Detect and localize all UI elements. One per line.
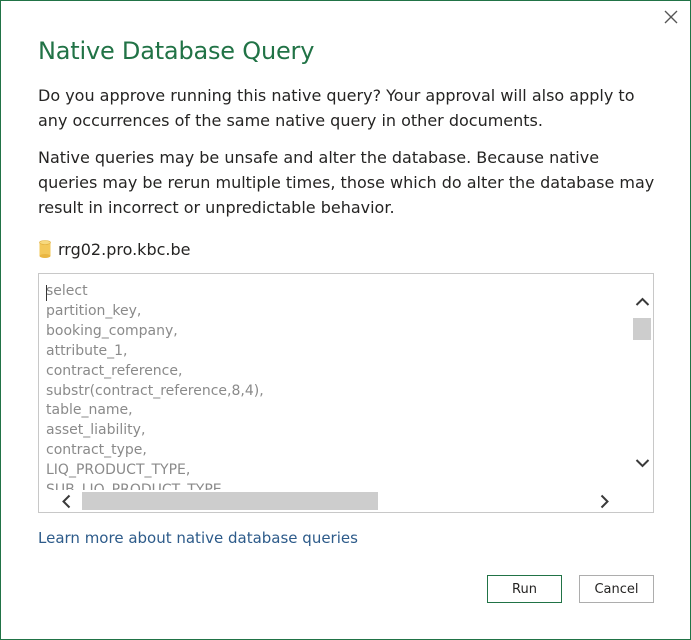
chevron-down-icon [635, 459, 650, 468]
horizontal-scroll-thumb[interactable] [82, 492, 378, 510]
cancel-button[interactable]: Cancel [579, 575, 654, 603]
vertical-scrollbar[interactable] [632, 274, 653, 490]
server-info: rrg02.pro.kbc.be [39, 238, 190, 260]
scrollbar-corner [632, 490, 653, 512]
close-icon [664, 10, 678, 24]
dialog-title: Native Database Query [38, 37, 315, 65]
text-caret [46, 285, 47, 301]
query-text[interactable]: select partition_key, booking_company, a… [46, 282, 626, 490]
server-name: rrg02.pro.kbc.be [58, 239, 191, 259]
vertical-scroll-thumb[interactable] [633, 318, 651, 340]
scroll-right-button[interactable] [595, 492, 614, 511]
query-editor[interactable]: select partition_key, booking_company, a… [38, 273, 654, 513]
run-button[interactable]: Run [487, 575, 562, 603]
close-button[interactable] [660, 6, 682, 28]
learn-more-link[interactable]: Learn more about native database queries [38, 529, 358, 547]
chevron-right-icon [600, 494, 609, 509]
native-database-query-dialog: Native Database Query Do you approve run… [0, 0, 691, 640]
approval-text: Do you approve running this native query… [38, 86, 635, 130]
scroll-down-button[interactable] [633, 454, 652, 473]
database-cylinder-icon [39, 240, 51, 258]
scroll-up-button[interactable] [633, 292, 652, 311]
scroll-left-button[interactable] [57, 492, 76, 511]
chevron-up-icon [635, 297, 650, 306]
warning-text: Native queries may be unsafe and alter t… [38, 148, 655, 217]
chevron-left-icon [62, 494, 71, 509]
